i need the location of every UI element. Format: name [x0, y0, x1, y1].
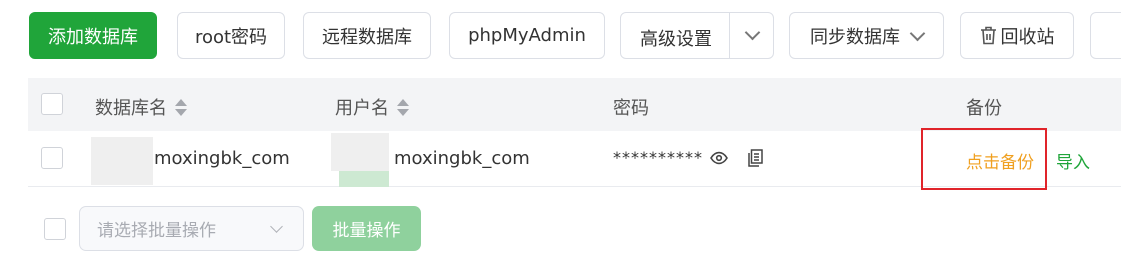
column-username[interactable]: 用户名 — [335, 94, 409, 120]
add-database-button[interactable]: 添加数据库 — [29, 12, 157, 59]
column-username-label: 用户名 — [335, 98, 389, 119]
column-db-name-label: 数据库名 — [95, 98, 167, 119]
redacted-area — [339, 171, 389, 187]
highlight-box — [921, 128, 1047, 190]
column-password: 密码 — [613, 98, 649, 119]
split-divider — [729, 13, 730, 58]
copy-icon[interactable] — [748, 149, 763, 171]
trash-icon — [980, 26, 997, 45]
root-password-button[interactable]: root密码 — [177, 12, 285, 59]
recycle-bin-button[interactable]: 回收站 — [960, 12, 1074, 59]
database-panel: 添加数据库 root密码 远程数据库 phpMyAdmin 高级设置 同步数据库… — [0, 0, 1121, 264]
batch-operation-button[interactable]: 批量操作 — [312, 206, 421, 251]
advanced-settings-label: 高级设置 — [640, 29, 712, 50]
sort-icon[interactable] — [397, 98, 409, 116]
row-checkbox[interactable] — [41, 147, 63, 169]
chevron-down-icon[interactable] — [744, 24, 761, 41]
import-link[interactable]: 导入 — [1056, 148, 1090, 173]
select-all-checkbox[interactable] — [41, 93, 63, 115]
username-cell[interactable]: moxingbk_com — [394, 148, 530, 169]
batch-operation-placeholder: 请选择批量操作 — [97, 221, 216, 241]
chevron-down-icon — [270, 220, 283, 233]
advanced-settings-button[interactable]: 高级设置 — [620, 12, 774, 59]
phpmyadmin-button[interactable]: phpMyAdmin — [449, 12, 605, 59]
recycle-bin-label: 回收站 — [1000, 26, 1055, 48]
sync-database-button[interactable]: 同步数据库 — [789, 12, 944, 59]
remote-database-button[interactable]: 远程数据库 — [303, 12, 431, 59]
db-name-cell[interactable]: moxingbk_com — [154, 148, 290, 169]
toolbar: 添加数据库 root密码 远程数据库 phpMyAdmin 高级设置 同步数据库… — [0, 0, 1121, 78]
more-button[interactable] — [1090, 12, 1121, 59]
sort-icon[interactable] — [175, 98, 187, 116]
sync-database-label: 同步数据库 — [810, 26, 900, 48]
password-cell: ********** — [613, 148, 703, 167]
column-db-name[interactable]: 数据库名 — [95, 94, 187, 120]
chevron-down-icon — [909, 25, 926, 41]
table-header: 数据库名 用户名 密码 备份 — [28, 78, 1121, 132]
footer-select-all-checkbox[interactable] — [44, 218, 66, 240]
column-backup: 备份 — [966, 98, 1002, 119]
redacted-area — [331, 133, 389, 171]
eye-icon[interactable] — [710, 150, 728, 169]
batch-operation-select[interactable]: 请选择批量操作 — [79, 206, 304, 251]
redacted-area — [91, 137, 153, 185]
